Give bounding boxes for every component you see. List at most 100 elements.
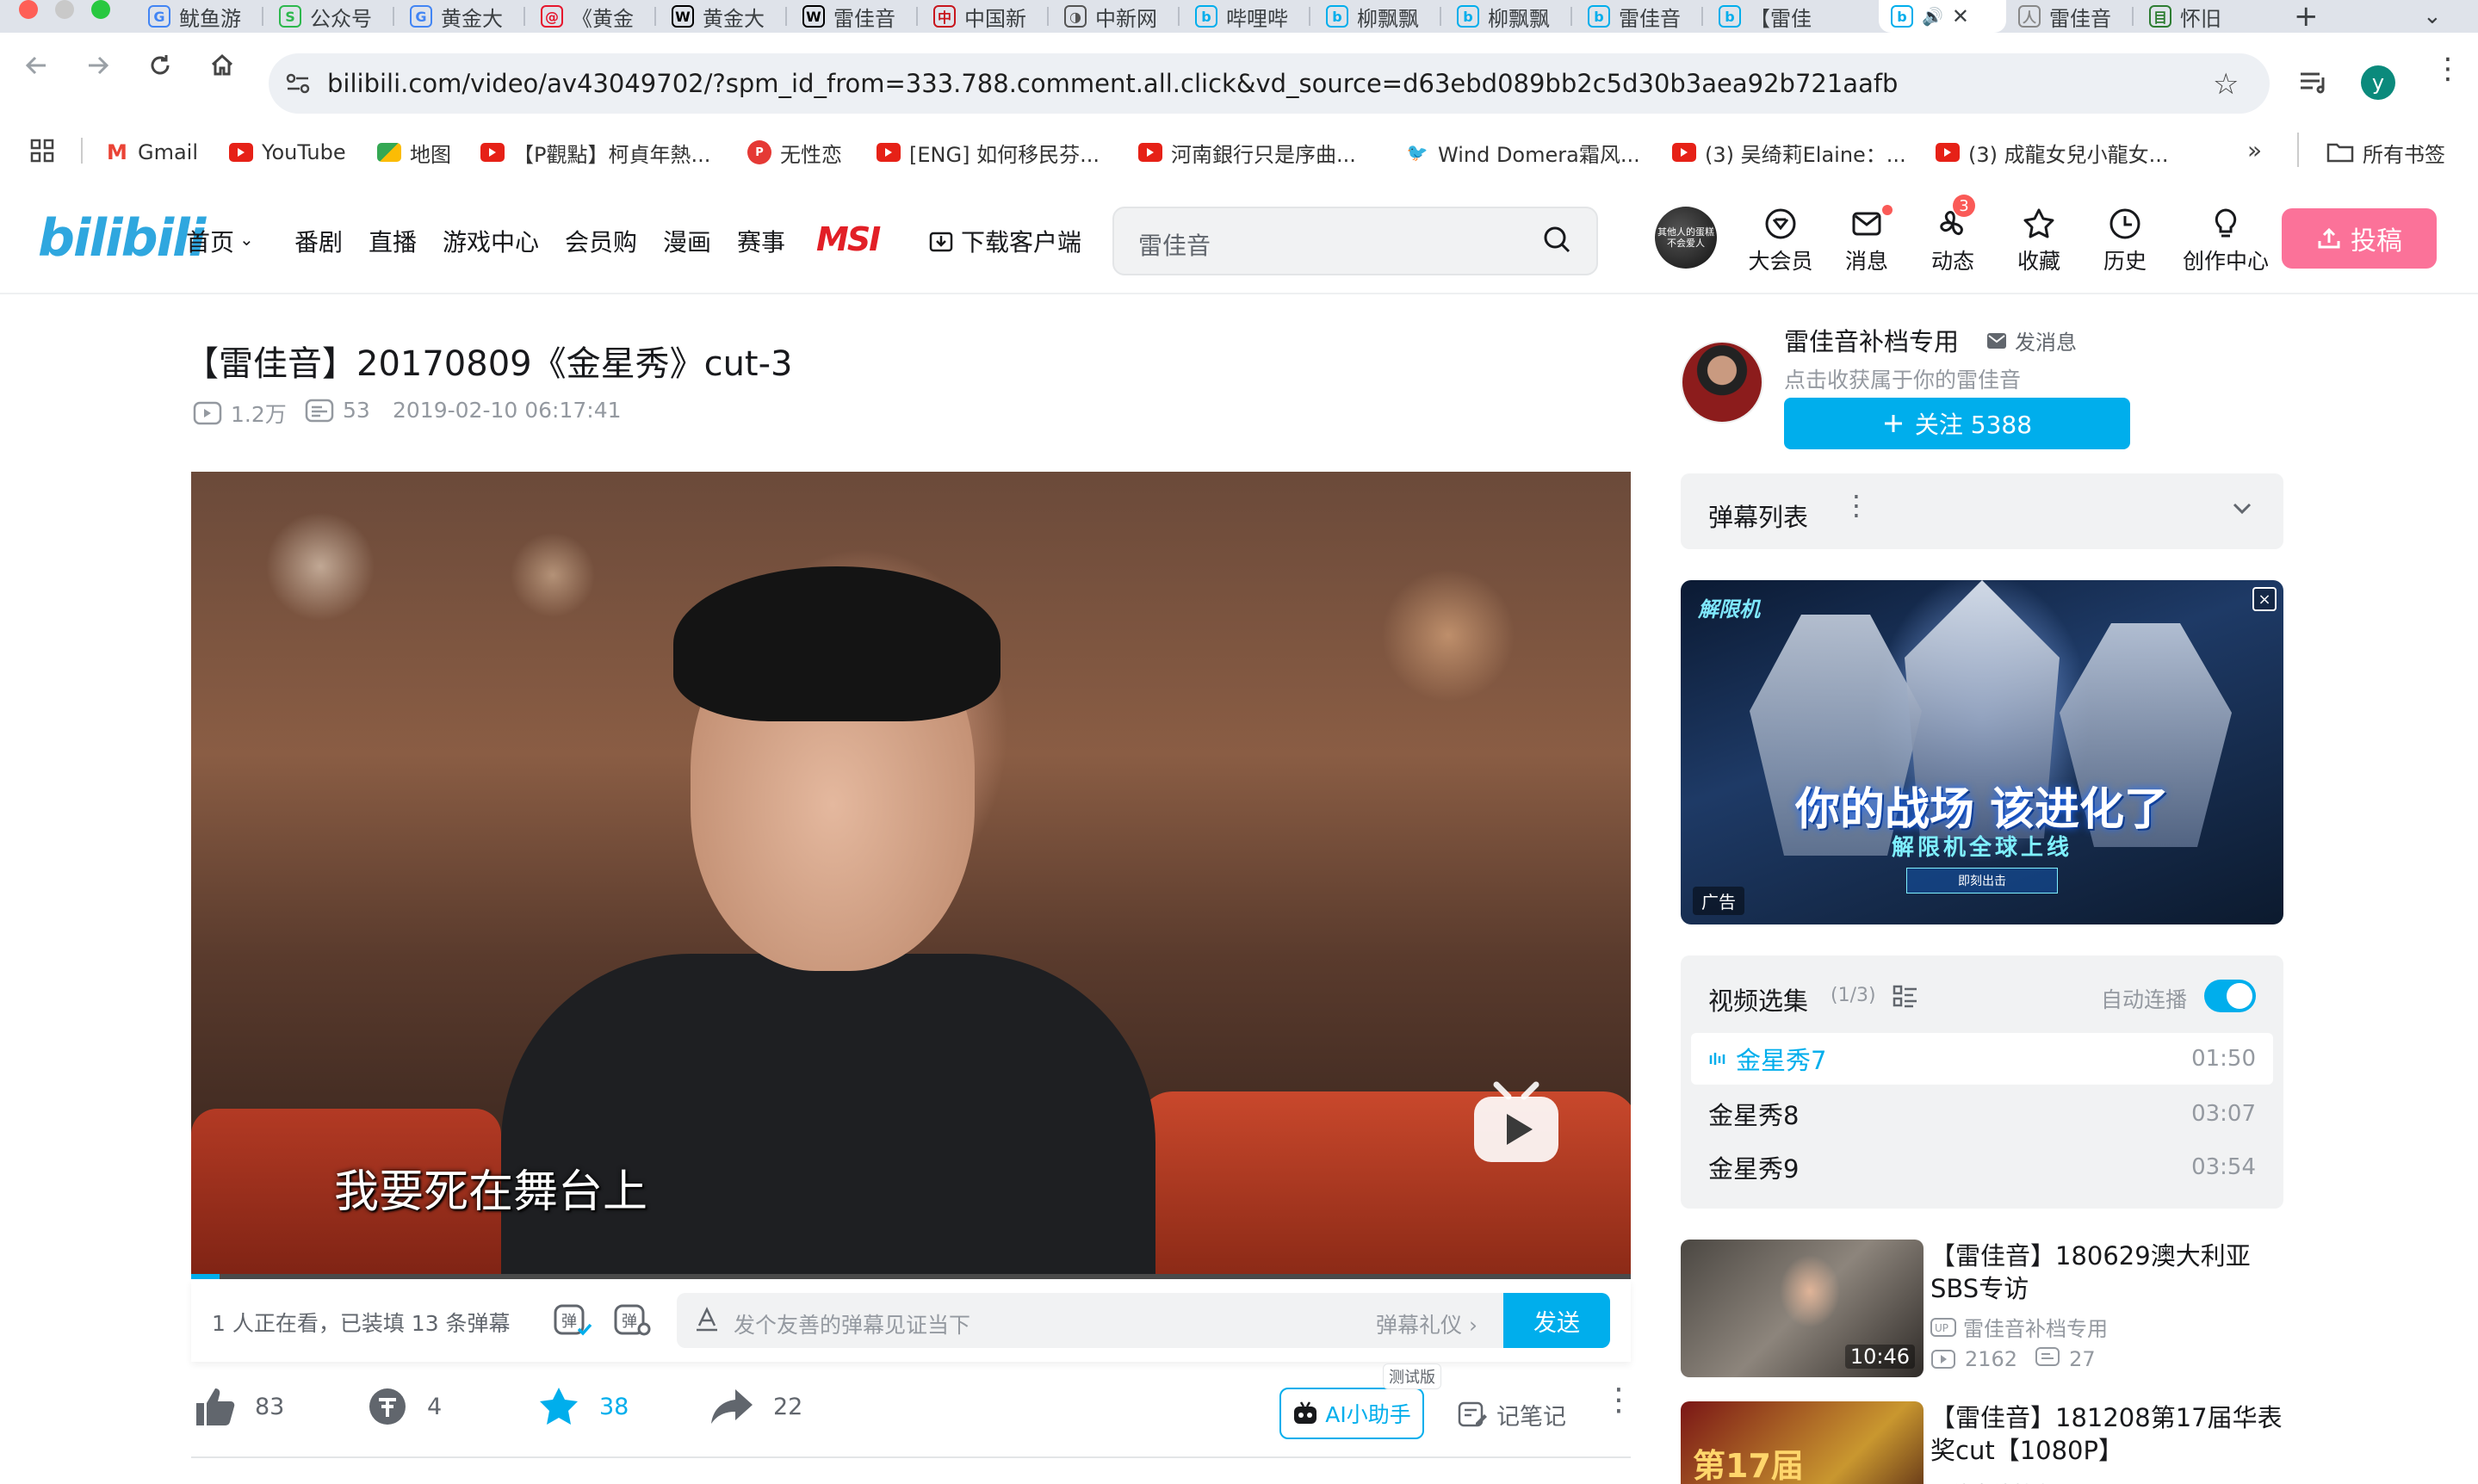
recommended-video-thumbnail[interactable]: 第17届: [1681, 1401, 1924, 1484]
new-tab-button[interactable]: +: [2282, 0, 2331, 33]
take-notes-button[interactable]: 记笔记: [1457, 1398, 1566, 1431]
back-button[interactable]: [19, 48, 53, 83]
danmaku-toggle-icon[interactable]: 弹: [553, 1302, 592, 1343]
reading-list-icon[interactable]: [2299, 69, 2328, 98]
reload-button[interactable]: [143, 48, 177, 83]
all-bookmarks-button[interactable]: 所有书签: [2326, 138, 2445, 167]
danmaku-input-placeholder[interactable]: 发个友善的弹幕见证当下: [734, 1308, 970, 1339]
playlist-item[interactable]: 金星秀8 03:07: [1691, 1088, 2273, 1140]
browser-tab[interactable]: ◑ 中新网: [1052, 0, 1173, 33]
msi-event-logo[interactable]: MSI: [816, 220, 881, 258]
bookmark-item[interactable]: P 无性恋: [747, 138, 842, 167]
browser-menu-icon[interactable]: ⋮: [2433, 54, 2463, 83]
font-style-icon[interactable]: [694, 1307, 720, 1336]
browser-tab[interactable]: b 哔哩哔: [1183, 0, 1304, 33]
url-text[interactable]: bilibili.com/video/av43049702/?spm_id_fr…: [327, 69, 1898, 98]
search-icon[interactable]: [1541, 224, 1572, 258]
follow-button[interactable]: 关注 5388: [1784, 398, 2130, 449]
browser-tab[interactable]: 人雷佳音: [2006, 0, 2127, 33]
browser-tab[interactable]: W 雷佳音: [790, 0, 911, 33]
browser-tab[interactable]: G 鱿鱼游: [136, 0, 257, 33]
nav-item[interactable]: 会员购: [565, 224, 637, 258]
recommended-video-card[interactable]: 10:46 【雷佳音】180629澳大利亚SBS专访 UP 雷佳音补档专用 2162 27: [1681, 1240, 2283, 1386]
nav-item[interactable]: 直播: [369, 224, 417, 258]
window-minimize-button[interactable]: [55, 0, 74, 19]
bookmark-item[interactable]: YouTube: [229, 138, 346, 167]
more-options-icon[interactable]: ⋮: [1603, 1385, 1634, 1416]
danmaku-list-more-icon[interactable]: ⋮: [1843, 492, 1870, 519]
ad-cta-button[interactable]: 即刻出击: [1906, 868, 2058, 893]
send-danmaku-button[interactable]: 发送: [1503, 1293, 1610, 1348]
bilibili-logo[interactable]: bilibili: [38, 208, 206, 269]
recommended-video-thumbnail[interactable]: 10:46: [1681, 1240, 1924, 1377]
apps-grid-icon[interactable]: [29, 138, 55, 167]
ai-assistant-button[interactable]: AI小助手: [1279, 1388, 1424, 1439]
recommended-video-title[interactable]: 【雷佳音】180629澳大利亚SBS专访: [1930, 1240, 2283, 1305]
danmaku-etiquette-link[interactable]: 弹幕礼仪 ›: [1376, 1308, 1478, 1339]
messages-button[interactable]: 消息: [1832, 207, 1901, 275]
bookmark-item[interactable]: (3) 吴绮莉Elaine：...: [1672, 138, 1906, 167]
share-button[interactable]: 22: [709, 1386, 802, 1427]
nav-item[interactable]: 番剧: [294, 224, 343, 258]
vip-button[interactable]: 大会员: [1746, 207, 1815, 275]
playlist-view-toggle-icon[interactable]: [1893, 985, 1918, 1012]
coin-button[interactable]: 4: [367, 1386, 442, 1427]
browser-tab[interactable]: G 黄金大: [398, 0, 518, 33]
browser-tab[interactable]: b 雷佳音: [1576, 0, 1696, 33]
bookmark-item[interactable]: 地图: [377, 138, 451, 167]
bilibili-tv-icon[interactable]: [1471, 1079, 1562, 1166]
user-avatar[interactable]: 其他人的蛋糕 不会爱人: [1655, 207, 1717, 269]
bookmark-item[interactable]: 🐦 Wind Domera霜风...: [1405, 138, 1640, 167]
browser-tab[interactable]: b 【雷佳: [1707, 0, 1827, 33]
playlist-item-current[interactable]: 金星秀7 01:50: [1691, 1033, 2273, 1085]
autoplay-toggle[interactable]: [2204, 980, 2256, 1012]
tab-close-icon[interactable]: ✕: [1952, 4, 1969, 28]
history-button[interactable]: 历史: [2091, 207, 2159, 275]
recommended-video-uploader[interactable]: UP 雷佳音补档专用: [1930, 1312, 2108, 1342]
home-chevron-down-icon[interactable]: ⌄: [239, 229, 254, 250]
creator-center-button[interactable]: 创作中心: [2178, 207, 2273, 275]
uploader-name[interactable]: 雷佳音补档专用: [1784, 322, 1959, 358]
danmaku-list-chevron-down-icon[interactable]: [2230, 499, 2254, 520]
browser-tab[interactable]: b 柳飘飘: [1314, 0, 1434, 33]
search-input[interactable]: 雷佳音: [1138, 227, 1211, 262]
forward-button[interactable]: [81, 48, 115, 83]
ad-close-icon[interactable]: ×: [2252, 587, 2277, 611]
site-info-icon[interactable]: [284, 71, 312, 100]
nav-item[interactable]: 赛事: [737, 224, 785, 258]
home-button[interactable]: [205, 48, 239, 83]
nav-item[interactable]: 首页: [186, 224, 234, 258]
like-button[interactable]: 83: [193, 1386, 284, 1427]
dynamics-button[interactable]: 动态: [1918, 207, 1987, 275]
recommended-video-card[interactable]: 第17届 【雷佳音】181208第17届华表奖cut【1080P】雷佳音补档专用: [1681, 1401, 2283, 1484]
browser-tab[interactable]: 中中国新: [921, 0, 1042, 33]
danmaku-settings-icon[interactable]: 弹: [613, 1302, 653, 1343]
browser-tab-active[interactable]: b 🔊 ✕: [1879, 0, 2006, 33]
send-message-button[interactable]: 发消息: [1985, 325, 2077, 356]
browser-tab[interactable]: S 公众号: [267, 0, 387, 33]
nav-item[interactable]: 游戏中心: [443, 224, 539, 258]
bookmarks-overflow-button[interactable]: »: [2247, 136, 2262, 164]
recommended-video-title[interactable]: 【雷佳音】181208第17届华表奖cut【1080P】: [1930, 1401, 2283, 1467]
nav-item[interactable]: 漫画: [663, 224, 711, 258]
browser-tab[interactable]: b 柳飘飘: [1445, 0, 1565, 33]
advertisement-banner[interactable]: 解限机 你的战场 该进化了 解限机全球上线 即刻出击 广告 ×: [1681, 580, 2283, 924]
tab-audio-icon[interactable]: 🔊: [1922, 6, 1943, 27]
bookmark-item[interactable]: 河南銀行只是序曲...: [1138, 138, 1356, 167]
download-client-link[interactable]: 下载客户端: [928, 224, 1081, 258]
window-zoom-button[interactable]: [91, 0, 110, 19]
browser-tab[interactable]: @ 《黄金: [529, 0, 649, 33]
browser-tab[interactable]: W 黄金大: [660, 0, 780, 33]
favorites-button[interactable]: 收藏: [2004, 207, 2073, 275]
bookmark-item[interactable]: (3) 成龍女兒小龍女...: [1936, 138, 2169, 167]
bookmark-item[interactable]: [ENG] 如何移民芬...: [877, 138, 1100, 167]
favorite-button[interactable]: 38: [537, 1386, 629, 1427]
uploader-avatar[interactable]: [1681, 341, 1763, 424]
bookmark-star-icon[interactable]: ☆: [2213, 67, 2239, 102]
browser-tab[interactable]: 目怀旧: [2137, 0, 2258, 33]
tab-search-chevron-icon[interactable]: ⌄: [2411, 0, 2454, 33]
playlist-item[interactable]: 金星秀9 03:54: [1691, 1141, 2273, 1193]
upload-button[interactable]: 投稿: [2282, 208, 2437, 269]
bookmark-item[interactable]: M Gmail: [105, 138, 198, 167]
bookmark-item[interactable]: 【P觀點】柯貞年熱...: [480, 138, 710, 167]
